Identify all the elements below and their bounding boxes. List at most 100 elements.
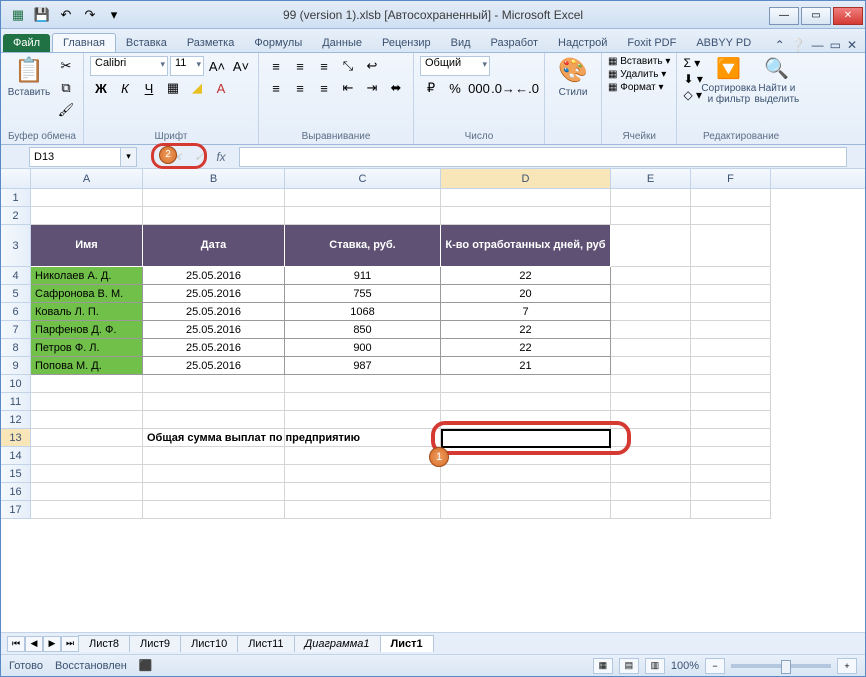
tab-review[interactable]: Рецензир — [372, 34, 441, 52]
find-select-button[interactable]: 🔍 Найти и выделить — [755, 56, 799, 105]
cell[interactable]: Попова М. Д. — [31, 357, 143, 375]
row-header[interactable]: 8 — [1, 339, 31, 357]
help-icon[interactable]: ❔ — [791, 38, 806, 52]
sheet-nav-last[interactable]: ⏭ — [61, 636, 79, 652]
row-header[interactable]: 3 — [1, 225, 31, 267]
row-header[interactable]: 6 — [1, 303, 31, 321]
number-format-combo[interactable]: Общий — [420, 56, 490, 76]
align-bot-button[interactable]: ≡ — [313, 56, 335, 76]
orientation-button[interactable]: ⤡ — [337, 56, 359, 76]
row-header[interactable]: 2 — [1, 207, 31, 225]
cell[interactable]: 21 — [441, 357, 611, 375]
row-header[interactable]: 10 — [1, 375, 31, 393]
sheet-tab[interactable]: Лист10 — [180, 635, 238, 652]
font-color-button[interactable]: A — [210, 78, 232, 98]
format-painter-button[interactable]: 🖌 — [55, 100, 77, 120]
cell[interactable]: 1068 — [285, 303, 441, 321]
macro-record-icon[interactable]: ⬛ — [139, 659, 153, 672]
styles-button[interactable]: 🎨 Стили — [551, 56, 595, 98]
row-header[interactable]: 4 — [1, 267, 31, 285]
cell[interactable]: 22 — [441, 321, 611, 339]
cell[interactable]: 987 — [285, 357, 441, 375]
doc-min-icon[interactable]: — — [812, 38, 824, 52]
tab-insert[interactable]: Вставка — [116, 34, 177, 52]
tab-abbyy[interactable]: ABBYY PD — [686, 34, 761, 52]
cut-button[interactable]: ✂ — [55, 56, 77, 76]
maximize-button[interactable]: ▭ — [801, 7, 831, 25]
underline-button[interactable]: Ч — [138, 78, 160, 98]
excel-icon[interactable]: ▦ — [7, 4, 29, 26]
col-header-d[interactable]: D — [441, 169, 611, 188]
cell[interactable]: 20 — [441, 285, 611, 303]
cell[interactable]: Парфенов Д. Ф. — [31, 321, 143, 339]
insert-function-button[interactable]: fx — [211, 147, 231, 167]
view-pagebreak-button[interactable]: ▥ — [645, 658, 665, 674]
col-header-b[interactable]: B — [143, 169, 285, 188]
font-name-combo[interactable]: Calibri — [90, 56, 168, 76]
insert-cells-button[interactable]: ▦ Вставить ▾ — [608, 56, 670, 67]
grow-font-button[interactable]: A˄ — [206, 56, 228, 76]
row-header[interactable]: 5 — [1, 285, 31, 303]
qat-dropdown[interactable]: ▾ — [103, 4, 125, 26]
name-box[interactable]: D13 — [29, 147, 121, 167]
ribbon-minimize-icon[interactable]: ⌃ — [775, 38, 785, 52]
cell[interactable]: 25.05.2016 — [143, 267, 285, 285]
doc-max-icon[interactable]: ▭ — [830, 38, 841, 52]
row-header[interactable]: 9 — [1, 357, 31, 375]
row-header[interactable]: 1 — [1, 189, 31, 207]
worksheet-grid[interactable]: A B C D E F 1 2 3 Имя Дата Ставка, руб. … — [1, 169, 865, 632]
sheet-tab[interactable]: Лист8 — [78, 635, 130, 652]
cell[interactable]: 755 — [285, 285, 441, 303]
sheet-tab[interactable]: Лист9 — [129, 635, 181, 652]
row-header[interactable]: 14 — [1, 447, 31, 465]
cell[interactable]: Николаев А. Д. — [31, 267, 143, 285]
shrink-font-button[interactable]: A˅ — [230, 56, 252, 76]
row-header[interactable]: 15 — [1, 465, 31, 483]
tab-layout[interactable]: Разметка — [177, 34, 245, 52]
table-header[interactable]: Имя — [31, 225, 143, 267]
tab-home[interactable]: Главная — [52, 33, 116, 52]
row-header[interactable]: 11 — [1, 393, 31, 411]
tab-developer[interactable]: Разработ — [481, 34, 548, 52]
sheet-nav-first[interactable]: ⏮ — [7, 636, 25, 652]
align-top-button[interactable]: ≡ — [265, 56, 287, 76]
tab-addins[interactable]: Надстрой — [548, 34, 617, 52]
zoom-slider[interactable] — [731, 664, 831, 668]
fill-color-button[interactable]: ◢ — [186, 78, 208, 98]
row-header[interactable]: 17 — [1, 501, 31, 519]
row-header[interactable]: 12 — [1, 411, 31, 429]
qat-redo[interactable]: ↷ — [79, 4, 101, 26]
sheet-tab[interactable]: Лист11 — [237, 635, 294, 652]
wrap-button[interactable]: ↩ — [361, 56, 383, 76]
sheet-tab[interactable]: Диаграмма1 — [294, 635, 381, 652]
cell[interactable]: 900 — [285, 339, 441, 357]
qat-undo[interactable]: ↶ — [55, 4, 77, 26]
inc-decimal-button[interactable]: .0→ — [492, 78, 514, 98]
total-label-cell[interactable]: Общая сумма выплат по предприятию — [143, 429, 285, 447]
row-header[interactable]: 7 — [1, 321, 31, 339]
sheet-tab-active[interactable]: Лист1 — [380, 635, 434, 652]
sheet-nav-prev[interactable]: ◀ — [25, 636, 43, 652]
minimize-button[interactable]: — — [769, 7, 799, 25]
cell[interactable]: 25.05.2016 — [143, 339, 285, 357]
merge-button[interactable]: ⬌ — [385, 78, 407, 98]
zoom-in-button[interactable]: + — [837, 658, 857, 674]
col-header-e[interactable]: E — [611, 169, 691, 188]
delete-cells-button[interactable]: ▦ Удалить ▾ — [608, 69, 666, 80]
font-size-combo[interactable]: 11 — [170, 56, 204, 76]
name-box-dropdown[interactable]: ▾ — [121, 147, 137, 167]
selected-cell-d13[interactable] — [441, 429, 611, 447]
cell[interactable]: 911 — [285, 267, 441, 285]
cell[interactable]: 22 — [441, 339, 611, 357]
table-header[interactable]: Ставка, руб. — [285, 225, 441, 267]
row-header[interactable]: 13 — [1, 429, 31, 447]
tab-formulas[interactable]: Формулы — [244, 34, 312, 52]
col-header-c[interactable]: C — [285, 169, 441, 188]
currency-button[interactable]: ₽ — [420, 78, 442, 98]
tab-view[interactable]: Вид — [441, 34, 481, 52]
cell[interactable]: 25.05.2016 — [143, 357, 285, 375]
italic-button[interactable]: К — [114, 78, 136, 98]
border-button[interactable]: ▦ — [162, 78, 184, 98]
tab-file[interactable]: Файл — [3, 34, 50, 52]
sheet-nav-next[interactable]: ▶ — [43, 636, 61, 652]
